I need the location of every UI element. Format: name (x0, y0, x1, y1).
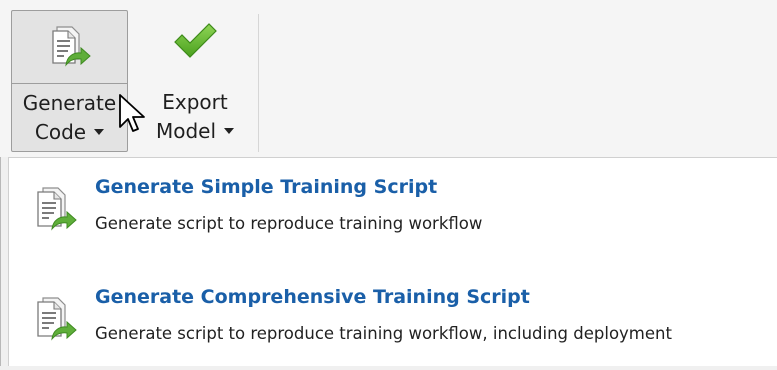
export-model-label-line2: Model (136, 117, 254, 145)
chevron-down-icon (224, 127, 235, 134)
export-model-button[interactable]: Export Model (136, 10, 254, 152)
generate-code-label-line1: Generate (22, 91, 117, 115)
script-icon (32, 294, 78, 344)
generate-code-icon (12, 23, 127, 84)
menu-item-title: Generate Simple Training Script (95, 176, 438, 198)
menu-item-description: Generate script to reproduce training wo… (95, 214, 483, 233)
checkmark-icon (136, 22, 254, 72)
script-icon (32, 184, 78, 234)
export-model-label-line1: Export (162, 90, 228, 114)
menu-item-generate-simple-training-script[interactable]: Generate Simple Training Script Generate… (9, 170, 777, 260)
chevron-down-icon (94, 128, 105, 135)
menu-item-title: Generate Comprehensive Training Script (95, 286, 530, 308)
toolstrip: Generate Code Export Model (0, 0, 777, 157)
menu-item-generate-comprehensive-training-script[interactable]: Generate Comprehensive Training Script G… (9, 280, 777, 370)
generate-code-button[interactable]: Generate Code (11, 10, 128, 152)
toolbar-divider (258, 14, 259, 152)
menu-item-description: Generate script to reproduce training wo… (95, 324, 672, 343)
generate-code-menu: Generate Simple Training Script Generate… (8, 157, 777, 366)
generate-code-label-line2: Code (12, 118, 127, 146)
